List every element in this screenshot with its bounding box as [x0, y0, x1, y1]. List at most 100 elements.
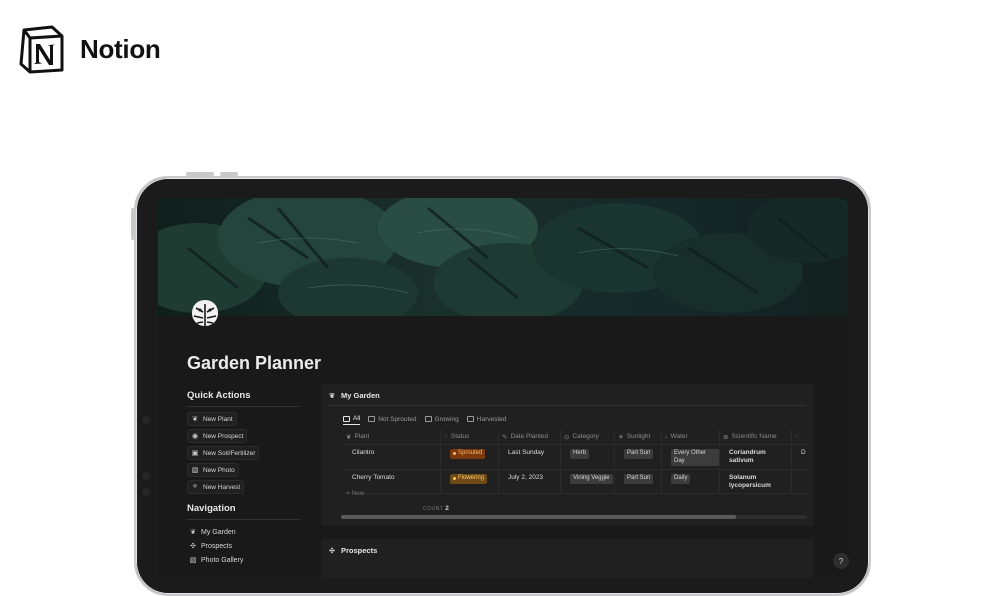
cell-extra[interactable] — [792, 470, 808, 493]
photo-icon: ▧ — [191, 467, 199, 474]
quick-actions-title: Quick Actions — [187, 390, 300, 407]
column-header-more[interactable]: ◌ — [792, 429, 808, 444]
prospects-header[interactable]: ✣ Prospects — [328, 546, 377, 555]
page-cover — [158, 198, 848, 316]
view-tabs: All Not Sprouted Growing Harvested — [343, 413, 506, 425]
nav-label: Photo Gallery — [201, 556, 244, 564]
divider — [328, 405, 806, 406]
tab-label: Not Sprouted — [378, 415, 417, 423]
monstera-leaf-icon — [192, 300, 218, 329]
status-dot — [453, 452, 456, 456]
water-tag: Daily — [671, 474, 691, 484]
cell-date[interactable]: July 2, 2023 — [499, 470, 561, 494]
garden-table: ❦ Plant ◌ Status ✎ Date Planted ⊙ Category ☀… — [343, 429, 808, 495]
column-header-sunlight[interactable]: ☀ Sunlight — [615, 429, 662, 444]
count-summary[interactable]: COUNT 2 — [423, 505, 449, 512]
seedling-icon: ❦ — [329, 392, 335, 400]
tab-label: All — [353, 415, 361, 422]
cell-category[interactable]: Herb — [561, 445, 615, 469]
table-row[interactable]: Cilantro Sprouted Last Sunday Herb Part … — [343, 445, 808, 470]
column-header-date-planted[interactable]: ✎ Date Planted — [499, 429, 561, 444]
table-view-icon — [368, 416, 376, 422]
page-title: Garden Planner — [187, 353, 322, 373]
cell-date[interactable]: Last Sunday — [499, 445, 561, 469]
cell-status[interactable]: Flowering — [441, 470, 499, 494]
sun-icon: ☀ — [618, 433, 624, 441]
notion-page-screen: Garden Planner Quick Actions ❦ New Plant… — [158, 198, 848, 578]
column-label: Scientific Name — [731, 433, 777, 440]
new-row-button[interactable]: + New — [346, 490, 365, 497]
column-label: Water — [670, 433, 688, 440]
cell-sunlight[interactable]: Part Sun — [615, 470, 662, 494]
water-tag: Every Other Day — [671, 449, 719, 466]
column-header-status[interactable]: ◌ Status — [441, 429, 499, 444]
cell-plant[interactable]: Cilantro — [343, 445, 441, 469]
tab-label: Growing — [434, 415, 459, 423]
cell-category[interactable]: Vining Veggie — [561, 470, 615, 494]
table-view-icon — [424, 416, 432, 422]
text-icon: ≣ — [723, 433, 729, 441]
sunlight-tag: Part Sun — [624, 449, 654, 459]
button-label: New Harvest — [203, 483, 241, 491]
cell-water[interactable]: Every Other Day — [662, 445, 720, 469]
status-badge: Sprouted — [450, 449, 486, 459]
column-header-water[interactable]: 💧︎ Water — [662, 429, 720, 444]
carrot-icon: ⟡ — [192, 483, 198, 490]
prospects-database: ✣ Prospects — [321, 539, 814, 578]
cactus-icon: ✣ — [190, 543, 196, 550]
category-tag: Vining Veggie — [570, 474, 613, 484]
my-garden-header[interactable]: ❦ My Garden — [328, 391, 380, 400]
new-soil-fertilizer-button[interactable]: ▣ New Soil/Fertilizer — [187, 446, 260, 460]
nav-item-my-garden[interactable]: ❦ My Garden — [189, 525, 300, 539]
select-icon: ⊙ — [564, 433, 570, 441]
column-header-category[interactable]: ⊙ Category — [561, 429, 615, 444]
category-tag: Herb — [570, 449, 590, 459]
monstera-cover-image — [158, 198, 848, 316]
tab-all[interactable]: All — [343, 413, 361, 425]
cell-scientific-name[interactable]: Coriandrum sativum — [720, 445, 792, 469]
tab-harvested[interactable]: Harvested — [466, 413, 506, 425]
cell-scientific-name[interactable]: Solanum lycopersicum — [720, 470, 792, 494]
column-header-scientific-name[interactable]: ≣ Scientific Name — [720, 429, 792, 444]
tab-not-sprouted[interactable]: Not Sprouted — [368, 413, 417, 425]
nav-item-prospects[interactable]: ✣ Prospects — [189, 539, 300, 553]
status-icon: ◌ — [795, 433, 799, 440]
button-label: New Prospect — [203, 432, 244, 440]
cell-water[interactable]: Daily — [662, 470, 720, 494]
column-label: Plant — [354, 433, 370, 440]
button-label: New Soil/Fertilizer — [203, 449, 256, 457]
tablet-camera-dot — [142, 472, 150, 480]
tablet-camera-dot — [142, 416, 150, 424]
seedling-icon: ❦ — [190, 529, 196, 536]
cactus-icon: ✣ — [329, 547, 335, 555]
tab-growing[interactable]: Growing — [424, 413, 459, 425]
bag-icon: ▣ — [191, 450, 199, 457]
new-plant-button[interactable]: ❦ New Plant — [187, 412, 237, 426]
nav-label: My Garden — [201, 528, 236, 536]
table-row[interactable]: Cherry Tomato Flowering July 2, 2023 Vin… — [343, 470, 808, 495]
new-prospect-button[interactable]: ◉ New Prospect — [187, 429, 248, 443]
compass-icon: ◉ — [191, 433, 199, 440]
cell-extra[interactable]: D — [792, 445, 808, 469]
cell-status[interactable]: Sprouted — [441, 445, 499, 469]
calendar-icon: ✎ — [502, 433, 508, 441]
scrollbar-thumb[interactable] — [341, 515, 736, 519]
new-harvest-button[interactable]: ⟡ New Harvest — [187, 480, 245, 494]
brand-name: Notion — [80, 33, 161, 64]
help-button[interactable]: ? — [833, 553, 849, 569]
navigation-title: Navigation — [187, 503, 300, 520]
new-photo-button[interactable]: ▧ New Photo — [187, 463, 239, 477]
photo-icon: ▧ — [189, 557, 197, 564]
water-drop-icon: 💧︎ — [665, 432, 668, 440]
column-label: Category — [572, 433, 599, 440]
button-label: New Photo — [203, 466, 235, 474]
column-label: Status — [450, 433, 470, 440]
column-label: Sunlight — [626, 433, 651, 440]
column-header-plant[interactable]: ❦ Plant — [343, 429, 441, 444]
status-badge: Flowering — [450, 474, 488, 484]
left-column: Quick Actions ❦ New Plant ◉ New Prospect… — [187, 390, 300, 567]
table-header-row: ❦ Plant ◌ Status ✎ Date Planted ⊙ Category ☀… — [343, 429, 808, 445]
cell-sunlight[interactable]: Part Sun — [615, 445, 662, 469]
notion-brand: Notion — [18, 24, 161, 74]
count-value: 2 — [445, 505, 450, 512]
